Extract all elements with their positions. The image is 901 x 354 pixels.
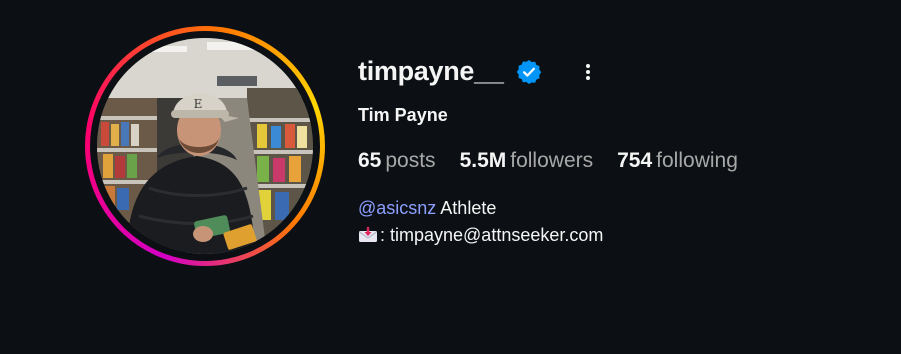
bio-email[interactable]: : timpayne@attnseeker.com [380,225,603,245]
posts-label: posts [385,149,436,172]
posts-stat: 65 posts [358,149,436,173]
profile-header: E timpayne__ Tim Payne 65 posts 5.5M fol… [0,0,901,354]
profile-avatar[interactable]: E [97,38,313,254]
username[interactable]: timpayne__ [358,56,504,87]
bio-line-1: @asicsnz Athlete [358,195,603,222]
username-row: timpayne__ [358,56,598,87]
avatar-photo-illustration: E [97,38,313,254]
followers-stat[interactable]: 5.5M followers [460,149,594,173]
more-options-icon[interactable] [578,59,598,85]
following-count: 754 [617,149,653,172]
posts-count: 65 [358,149,382,172]
followers-count: 5.5M [459,149,507,172]
following-stat[interactable]: 754 following [617,149,738,173]
bio: @asicsnz Athlete : timpayne@attnseeker.c… [358,195,603,249]
svg-text:E: E [194,97,203,111]
full-name: Tim Payne [358,105,448,125]
bio-mention-link[interactable]: @asicsnz [358,198,436,218]
bio-line-1-text: Athlete [436,198,497,218]
profile-stats: 65 posts 5.5M followers 754 following [358,149,762,173]
envelope-with-arrow-icon [358,224,378,242]
story-ring[interactable]: E [85,26,325,266]
verified-badge-icon [516,59,542,85]
following-label: following [656,149,738,172]
avatar-ring-gap: E [90,31,320,261]
followers-label: followers [510,149,594,172]
bio-line-2: : timpayne@attnseeker.com [358,222,603,249]
